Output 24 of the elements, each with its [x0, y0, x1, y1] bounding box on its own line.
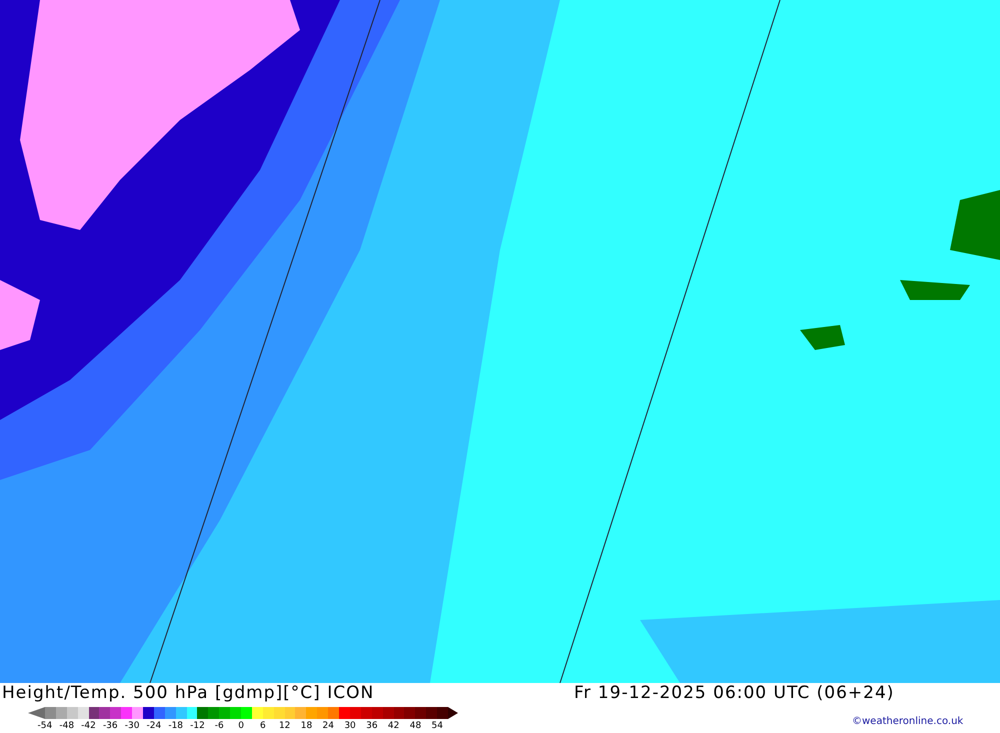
legend-tick-label: 42 — [386, 721, 400, 732]
legend-tick-label: 54 — [430, 721, 444, 732]
legend-tick-label: -24 — [146, 721, 162, 732]
legend-tick-label: 18 — [300, 721, 314, 732]
legend-tick-label: -6 — [214, 721, 225, 732]
legend-tick-label: -36 — [102, 721, 119, 732]
legend-tick-label: 30 — [343, 721, 357, 732]
legend-tick-label: 24 — [322, 721, 335, 732]
legend-tick-label: 0 — [237, 721, 245, 732]
legend-tick-label: 12 — [278, 721, 292, 732]
legend-tick-label: -42 — [80, 721, 97, 732]
chart-title: Height/Temp. 500 hPa [gdmp][°C] ICON — [2, 683, 374, 703]
legend-tick-label: -48 — [58, 721, 76, 732]
copyright-link[interactable]: ©weatheronline.co.uk — [852, 716, 964, 728]
legend-tick-label: 6 — [259, 721, 267, 732]
legend-tick-label: 36 — [365, 721, 379, 732]
legend-right-arrow-icon — [448, 707, 458, 719]
legend-tick-label: -12 — [189, 721, 206, 732]
valid-time: Fr 19-12-2025 06:00 UTC (06+24) — [574, 683, 894, 703]
legend-tick-label: -30 — [124, 721, 140, 732]
legend-left-arrow-icon — [28, 707, 45, 719]
legend-tick-label: 48 — [408, 721, 422, 732]
legend-tick-label: -18 — [167, 721, 184, 732]
legend-tick-label: -54 — [36, 721, 54, 732]
